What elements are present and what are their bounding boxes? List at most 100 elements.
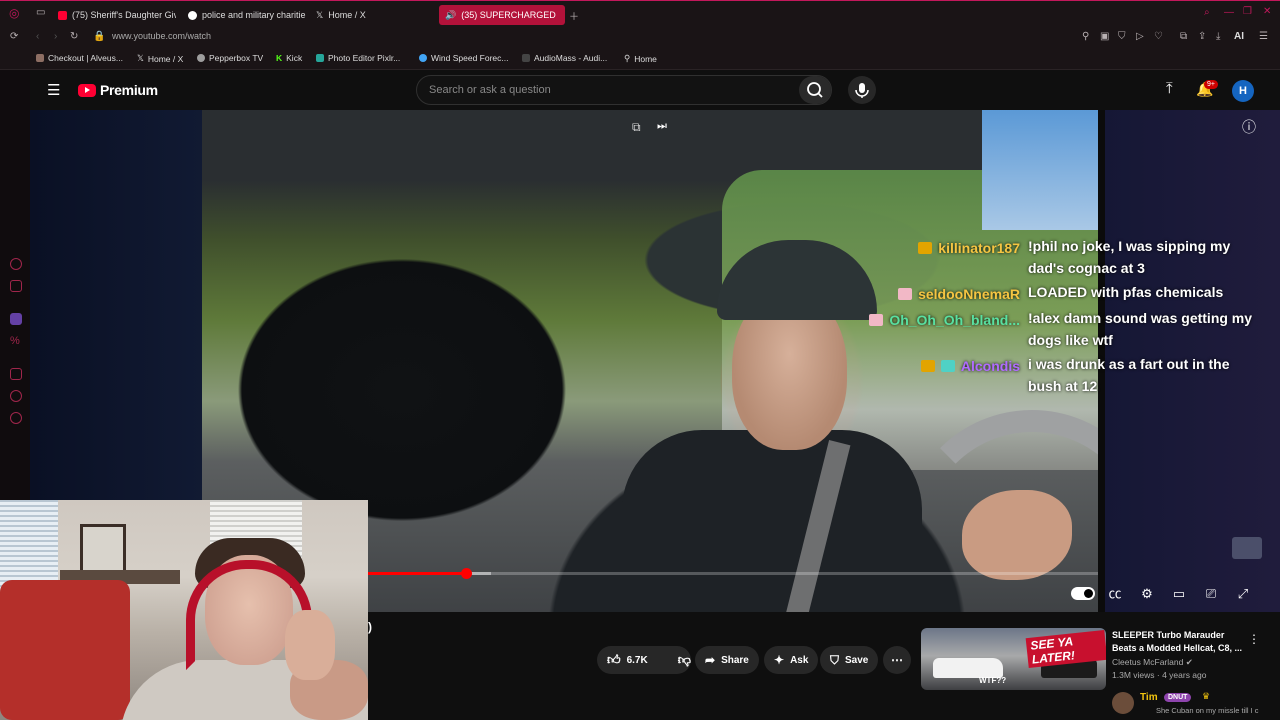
location-pin-icon: ⚲ [624, 53, 631, 63]
like-dislike-group: 👍︎ 6.7K 👎︎ [597, 646, 691, 674]
save-button[interactable]: ⛉ Save [820, 646, 879, 674]
bookmark-3[interactable]: Pepperbox TV [197, 53, 263, 63]
youtube-premium-logo[interactable]: Premium [78, 82, 158, 98]
chat-badge-icon [940, 360, 955, 372]
google-favicon-icon [188, 10, 197, 20]
recommended-meta: 1.3M views · 4 years ago [1112, 670, 1207, 680]
sidebar-settings-icon[interactable] [10, 412, 22, 424]
video-title-fragment: ) [368, 620, 372, 634]
hamburger-menu-icon[interactable]: ☰ [47, 81, 60, 99]
bookmark-favicon-icon [36, 54, 44, 62]
bookmark-4[interactable]: K Kick [276, 53, 302, 63]
tab-2[interactable]: police and military charitie [188, 5, 306, 25]
recommended-channel[interactable]: Cleetus McFarland ✔ [1112, 657, 1193, 668]
extensions-icon[interactable]: ⧉ [1180, 31, 1187, 42]
more-actions-button[interactable]: ⋯ [883, 646, 911, 674]
ask-button[interactable]: ✦ Ask [764, 646, 819, 674]
back-icon[interactable]: ‹ [36, 31, 39, 42]
sidebar-speed-dial-icon[interactable] [10, 258, 22, 270]
chat-badges: Alcondis [880, 353, 1020, 377]
bookmark-favicon-icon [522, 54, 530, 62]
restore-icon[interactable]: ❐ [1243, 6, 1252, 17]
share-page-icon[interactable]: ⇪ [1198, 31, 1206, 42]
save-label: Save [845, 654, 869, 666]
scrubber-handle[interactable] [460, 568, 472, 579]
overlay-chat-username: seldooNnemaR [918, 286, 1020, 302]
like-button[interactable]: 👍︎ 6.7K [597, 646, 658, 674]
overlay-chat-message: killinator187 !phil no joke, I was sippin… [880, 235, 1270, 279]
chat-badge-icon [918, 242, 933, 254]
recommended-title[interactable]: SLEEPER Turbo Marauder Beats a Modded He… [1112, 629, 1247, 655]
search-button[interactable] [799, 76, 831, 104]
window-blinds-left [0, 500, 58, 590]
sidebar-history-icon[interactable] [10, 390, 22, 402]
forward-icon[interactable]: › [54, 31, 57, 42]
bookmark-5[interactable]: Photo Editor Pixlr... [316, 53, 400, 63]
tab-menu-icon[interactable]: ▭ [36, 7, 45, 18]
snapshot-icon[interactable]: ▣ [1100, 31, 1109, 42]
microphone-icon [855, 83, 869, 98]
bookmark-2[interactable]: 𝕏 Home / X [137, 53, 183, 64]
tab-3[interactable]: 𝕏 Home / X [316, 5, 426, 25]
subtitles-icon[interactable]: ㏄ [1105, 584, 1125, 604]
overlay-chat-username: Oh_Oh_Oh_bland... [889, 312, 1020, 328]
opera-logo-icon[interactable]: ◎ [9, 6, 19, 20]
account-avatar[interactable]: H [1232, 80, 1254, 102]
bookmark-7[interactable]: AudioMass - Audi... [522, 53, 607, 63]
minimize-icon[interactable]: — [1224, 7, 1234, 18]
cast-icon[interactable]: ⎚ [1201, 584, 1221, 604]
new-tab-icon[interactable]: ＋ [569, 8, 579, 23]
tab-4-active[interactable]: 🔊 (35) SUPERCHARGED [439, 5, 565, 25]
close-icon[interactable]: ✕ [1263, 6, 1271, 17]
reload-icon[interactable]: ↻ [70, 31, 78, 42]
bookmarks-bar: Checkout | Alveus... 𝕏 Home / X Pepperbox… [0, 48, 1280, 70]
bookmark-7-label: AudioMass - Audi... [534, 53, 608, 63]
reload-sidebar-icon[interactable]: ⟳ [10, 31, 18, 42]
miniplayer-icon[interactable]: ⧉ [632, 120, 641, 135]
sidebar-percent-icon[interactable]: % [10, 335, 22, 347]
aria-ai-button[interactable]: AI [1234, 31, 1244, 42]
info-icon[interactable]: ⓘ [1242, 117, 1256, 137]
theater-mode-icon[interactable]: ▭ [1169, 584, 1189, 604]
search-input[interactable]: Search or ask a question [429, 84, 551, 96]
search-tabs-icon[interactable]: ⌕ [1204, 7, 1210, 18]
person-hand [285, 610, 335, 680]
pin-icon[interactable]: ⚲ [1082, 31, 1089, 42]
download-icon[interactable]: ⤓ [1216, 31, 1220, 42]
bookmark-5-label: Photo Editor Pixlr... [328, 53, 401, 63]
tab-1[interactable]: (75) Sheriff's Daughter Giv [58, 5, 176, 25]
fullscreen-icon[interactable]: ⤢ [1233, 584, 1253, 604]
voice-search-button[interactable] [848, 76, 876, 104]
player-icon[interactable]: ▷ [1136, 31, 1144, 42]
sidebar-twitch-icon[interactable] [10, 313, 22, 325]
url-field[interactable]: www.youtube.com/watch [112, 31, 211, 41]
bookmark-8[interactable]: ⚲ Home [624, 53, 657, 64]
verified-check-icon: ✔ [1185, 657, 1193, 667]
overlay-chat-text: !alex damn sound was getting my dogs lik… [1028, 310, 1253, 348]
bookmark-2-label: Home / X [147, 53, 184, 64]
x-favicon-icon: 𝕏 [137, 53, 144, 63]
shield-icon[interactable]: ⛉ [1118, 31, 1126, 42]
settings-gear-icon[interactable]: ⚙ [1137, 584, 1157, 604]
sky-patch [982, 110, 1098, 230]
thumbs-up-icon: 👍︎ [607, 652, 621, 667]
recommended-menu-icon[interactable]: ⋮ [1248, 632, 1260, 646]
autoplay-toggle[interactable] [1071, 587, 1095, 600]
chat-badges: killinator187 [880, 235, 1020, 259]
upload-icon[interactable]: ⤒ [1166, 80, 1173, 97]
bookmark-1[interactable]: Checkout | Alveus... [36, 53, 123, 63]
sidebar-bot-icon[interactable] [10, 280, 22, 292]
recommended-thumbnail[interactable]: SEE YA LATER! WTF?? [921, 628, 1106, 690]
red-chair [0, 580, 130, 720]
bookmark-favicon-icon [197, 54, 205, 62]
lock-icon: 🔒 [93, 31, 106, 42]
next-video-icon[interactable]: ⏭ [657, 120, 667, 133]
sidebar-pinboard-icon[interactable] [10, 368, 22, 380]
driver-shirt [622, 430, 922, 612]
chat-username[interactable]: Tim [1140, 692, 1158, 703]
bookmark-6[interactable]: Wind Speed Forec... [419, 53, 508, 63]
share-button[interactable]: ➦ Share [695, 646, 759, 674]
browser-menu-icon[interactable]: ☰ [1259, 31, 1268, 42]
search-box[interactable]: Search or ask a question [416, 75, 832, 105]
heart-icon[interactable]: ♡ [1154, 31, 1163, 42]
